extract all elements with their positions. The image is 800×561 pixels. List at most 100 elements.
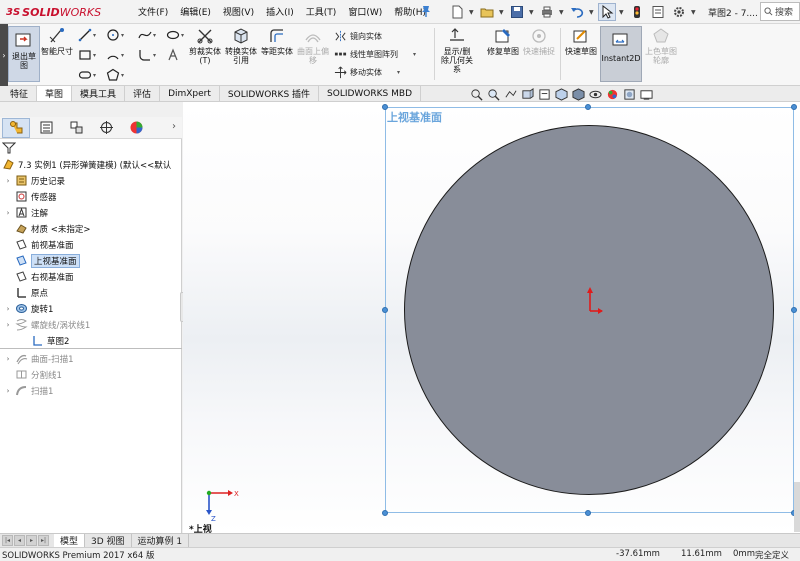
chevron-down-icon[interactable]: ▼ xyxy=(529,3,535,21)
plane-handle[interactable] xyxy=(585,510,591,516)
tree-item-helix1[interactable]: › 螺旋线/涡状线1 xyxy=(4,317,90,332)
offset-on-surface-button[interactable]: 曲面上偏移 xyxy=(296,26,330,65)
apply-scene-icon[interactable] xyxy=(623,88,636,101)
plane-handle[interactable] xyxy=(791,307,797,313)
line-tool[interactable]: ▾ xyxy=(78,27,106,43)
view-orientation-icon[interactable] xyxy=(555,88,568,101)
display-manager-tab[interactable] xyxy=(122,118,150,138)
expand-arrow-icon[interactable]: › xyxy=(4,355,12,363)
save-icon[interactable] xyxy=(508,3,526,21)
menu-insert[interactable]: 插入(I) xyxy=(260,5,300,18)
sketch-origin-icon[interactable] xyxy=(584,285,604,315)
previous-view-icon[interactable] xyxy=(504,88,517,101)
spline-tool[interactable]: ▾ xyxy=(138,27,166,43)
plane-handle[interactable] xyxy=(791,104,797,110)
solidworks-logo[interactable]: 3S SOLID WORKS xyxy=(6,3,101,21)
undo-icon[interactable] xyxy=(568,3,586,21)
tab-3d-view[interactable]: 3D 视图 xyxy=(85,534,132,547)
chevron-down-icon[interactable]: ▾ xyxy=(153,32,156,39)
hide-show-items-icon[interactable] xyxy=(589,88,602,101)
shaded-sketch-contours-button[interactable]: 上色草图轮廓 xyxy=(644,26,678,65)
chevron-down-icon[interactable]: ▾ xyxy=(121,72,124,79)
chevron-down-icon[interactable]: ▾ xyxy=(413,51,416,58)
graphics-area[interactable]: 上视基准面 X Z *上视 xyxy=(183,102,800,533)
tab-evaluate[interactable]: 评估 xyxy=(125,86,161,101)
pin-icon[interactable] xyxy=(419,4,433,18)
polygon-tool[interactable]: ▾ xyxy=(106,67,134,83)
view-settings-icon[interactable] xyxy=(640,88,653,101)
section-view-icon[interactable] xyxy=(521,88,534,101)
file-properties-icon[interactable] xyxy=(649,3,667,21)
tab-mold-tools[interactable]: 模具工具 xyxy=(72,86,126,101)
plane-handle[interactable] xyxy=(382,104,388,110)
open-folder-icon[interactable] xyxy=(478,3,496,21)
chevron-down-icon[interactable]: ▾ xyxy=(121,52,124,59)
offset-entities-button[interactable]: 等距实体 xyxy=(260,26,294,56)
tree-item-material[interactable]: 材质 <未指定> xyxy=(4,221,90,236)
tree-item-origin[interactable]: 原点 xyxy=(4,285,48,300)
tree-item-front-plane[interactable]: 前视基准面 xyxy=(4,237,74,252)
tree-item-split-line1[interactable]: 分割线1 xyxy=(4,367,62,382)
chevron-down-icon[interactable]: ▾ xyxy=(397,69,400,76)
repair-sketch-button[interactable]: 修复草图 xyxy=(486,26,520,56)
tree-item-annotations[interactable]: › 注解 xyxy=(4,205,48,220)
chevron-down-icon[interactable]: ▼ xyxy=(499,3,505,21)
arc-tool[interactable]: ▾ xyxy=(106,47,134,63)
last-tab-icon[interactable]: ▸| xyxy=(38,535,49,546)
linear-sketch-pattern-button[interactable]: 线性草图阵列 ▾ xyxy=(334,48,416,61)
tree-item-sweep1[interactable]: › 扫描1 xyxy=(4,383,53,398)
tab-dimxpert[interactable]: DimXpert xyxy=(160,86,220,101)
expand-arrow-icon[interactable]: › xyxy=(4,305,12,313)
chevron-down-icon[interactable]: ▼ xyxy=(691,3,697,21)
tab-sketch[interactable]: 草图 xyxy=(37,86,73,101)
edit-appearance-icon[interactable] xyxy=(606,88,619,101)
fillet-tool[interactable]: ▾ xyxy=(138,47,166,63)
tree-item-revolve1[interactable]: › 旋转1 xyxy=(4,301,53,316)
tree-item-top-plane[interactable]: 上视基准面 xyxy=(4,253,80,268)
chevron-down-icon[interactable]: ▾ xyxy=(93,32,96,39)
rapid-sketch-button[interactable]: 快速草图 xyxy=(564,26,598,56)
expand-arrow-icon[interactable]: › xyxy=(4,177,12,185)
chevron-down-icon[interactable]: ▼ xyxy=(469,3,475,21)
gear-icon[interactable] xyxy=(670,3,688,21)
tree-item-right-plane[interactable]: 右视基准面 xyxy=(4,269,74,284)
tree-item-history[interactable]: › 历史记录 xyxy=(4,173,65,188)
plane-handle[interactable] xyxy=(585,104,591,110)
smart-dimension-button[interactable]: 智能尺寸 xyxy=(40,26,74,56)
chevron-down-icon[interactable]: ▾ xyxy=(93,52,96,59)
first-tab-icon[interactable]: |◂ xyxy=(2,535,13,546)
select-cursor-icon[interactable] xyxy=(598,3,616,21)
new-document-icon[interactable] xyxy=(448,3,466,21)
expand-arrow-icon[interactable]: › xyxy=(4,209,12,217)
chevron-down-icon[interactable]: ▾ xyxy=(153,52,156,59)
rollback-divider[interactable] xyxy=(0,348,182,349)
dynamic-annotation-icon[interactable] xyxy=(538,88,551,101)
rectangle-tool[interactable]: ▾ xyxy=(78,47,106,63)
tree-item-sensors[interactable]: 传感器 xyxy=(4,189,57,204)
tree-item-sketch2[interactable]: 草图2 xyxy=(20,333,69,348)
convert-entities-button[interactable]: 转换实体引用 xyxy=(224,26,258,65)
configuration-manager-tab[interactable] xyxy=(62,118,90,138)
menu-file[interactable]: 文件(F) xyxy=(132,5,174,18)
circle-tool[interactable]: ▾ xyxy=(106,27,134,43)
feature-manager-tab[interactable] xyxy=(2,117,30,138)
display-delete-relations-button[interactable]: 显示/删除几何关系 xyxy=(440,26,474,74)
chevron-down-icon[interactable]: ▼ xyxy=(619,3,625,21)
menu-tools[interactable]: 工具(T) xyxy=(300,5,343,18)
search-box[interactable]: 搜索 xyxy=(760,2,800,21)
tab-features[interactable]: 特征 xyxy=(0,86,38,101)
chevron-down-icon[interactable]: ▾ xyxy=(93,72,96,79)
chevron-down-icon[interactable]: ▼ xyxy=(589,3,595,21)
expand-arrow-icon[interactable]: › xyxy=(4,387,12,395)
display-style-icon[interactable] xyxy=(572,88,585,101)
instant2d-button[interactable]: Instant2D xyxy=(600,26,642,82)
menu-edit[interactable]: 编辑(E) xyxy=(174,5,217,18)
move-entities-button[interactable]: 移动实体 ▾ xyxy=(334,66,400,79)
plane-handle[interactable] xyxy=(382,307,388,313)
command-manager-collapse-tab[interactable]: › xyxy=(0,24,8,86)
tab-solidworks-mbd[interactable]: SOLIDWORKS MBD xyxy=(319,86,421,101)
traffic-light-icon[interactable] xyxy=(628,3,646,21)
slot-tool[interactable]: ▾ xyxy=(78,67,106,83)
next-tab-icon[interactable]: ▸ xyxy=(26,535,37,546)
dimxpert-manager-tab[interactable] xyxy=(92,118,120,138)
